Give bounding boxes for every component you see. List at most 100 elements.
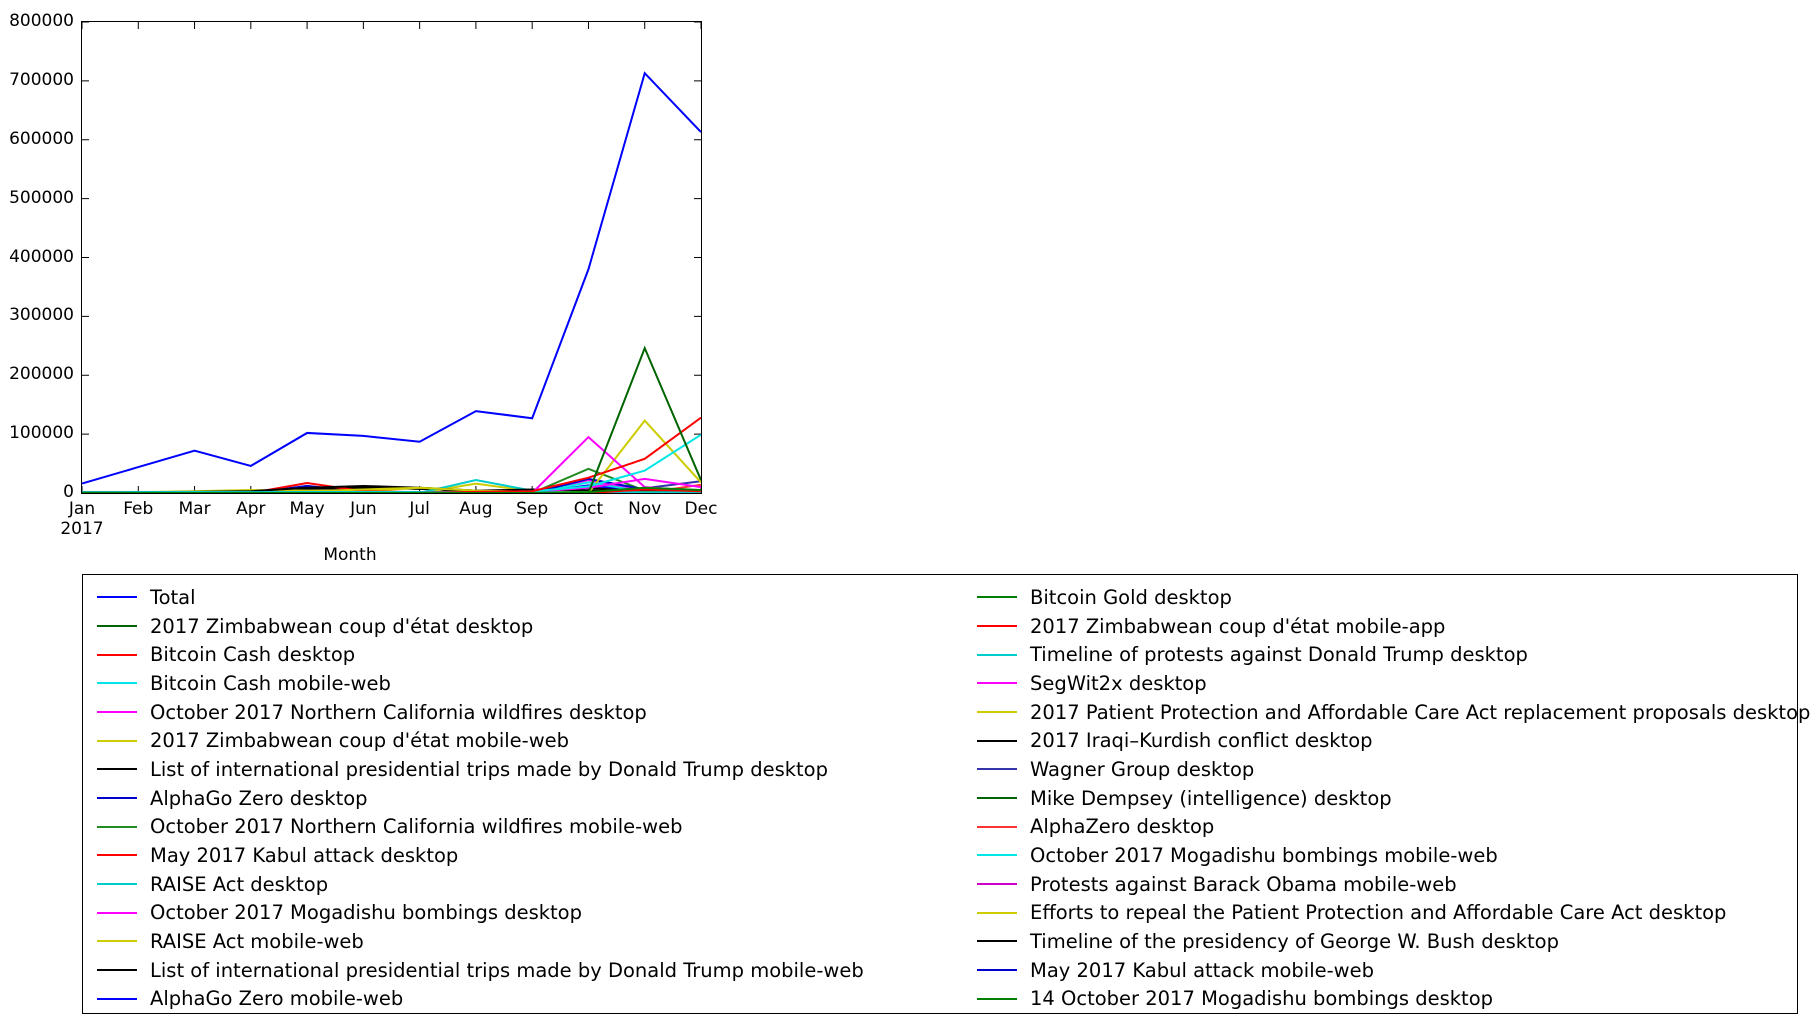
y-tick-label: 700000 [9, 69, 74, 90]
legend-label: Protests against Barack Obama mobile-web [1030, 872, 1457, 896]
legend-label: List of international presidential trips… [150, 757, 828, 781]
legend-line-swatch-icon [97, 596, 137, 599]
legend-label: Timeline of the presidency of George W. … [1030, 929, 1559, 953]
legend-entry[interactable]: List of international presidential trips… [97, 755, 977, 784]
legend-entry[interactable]: 2017 Patient Protection and Affordable C… [977, 698, 1810, 727]
legend-line-swatch-icon [977, 797, 1017, 800]
legend-entry[interactable]: 14 October 2017 Mogadishu bombings deskt… [977, 984, 1797, 1013]
legend-label: Bitcoin Cash mobile-web [150, 671, 391, 695]
legend-label: RAISE Act desktop [150, 872, 329, 896]
legend-label: Efforts to repeal the Patient Protection… [1030, 901, 1727, 925]
legend-entry[interactable]: 2017 Zimbabwean coup d'état mobile-web [97, 726, 977, 755]
legend-column-right: Bitcoin Gold desktop 2017 Zimbabwean coup… [977, 583, 1810, 1013]
legend-line-swatch-icon [977, 768, 1017, 771]
x-tick-sublabel-year: 2017 [60, 519, 104, 539]
y-tick-label: 600000 [9, 128, 74, 149]
y-tick-label: 200000 [9, 364, 74, 385]
legend-entry[interactable]: SegWit2x desktop [977, 669, 1797, 698]
y-tick-label: 0 [63, 482, 74, 502]
chart-legend: Total 2017 Zimbabwean coup d'état desktop… [82, 574, 1810, 1014]
legend-entry[interactable]: RAISE Act desktop [97, 870, 977, 899]
legend-entry[interactable]: Timeline of the presidency of George W. … [977, 927, 1797, 956]
legend-label: AlphaZero desktop [1030, 815, 1215, 839]
legend-line-swatch-icon [97, 739, 137, 742]
legend-label: Bitcoin Gold desktop [1030, 585, 1232, 609]
legend-line-swatch-icon [97, 653, 137, 656]
x-axis-title: Month [323, 545, 377, 565]
legend-line-swatch-icon [977, 854, 1017, 857]
legend-label: May 2017 Kabul attack mobile-web [1030, 958, 1374, 982]
legend-label: Mike Dempsey (intelligence) desktop [1030, 786, 1392, 810]
legend-label: October 2017 Northern California wildfir… [150, 815, 683, 839]
legend-line-swatch-icon [97, 940, 137, 943]
legend-entry[interactable]: RAISE Act mobile-web [97, 927, 977, 956]
legend-label: RAISE Act mobile-web [150, 929, 364, 953]
line-chart-figure: 0 100000 200000 300000 400000 500000 600000 700… [0, 0, 800, 570]
legend-line-swatch-icon [977, 825, 1017, 828]
y-tick-label: 300000 [9, 305, 74, 326]
legend-column-left: Total 2017 Zimbabwean coup d'état desktop… [83, 583, 977, 1013]
legend-entry[interactable]: AlphaGo Zero desktop [97, 784, 977, 813]
legend-entry[interactable]: 2017 Zimbabwean coup d'état mobile-app [977, 612, 1797, 641]
legend-entry[interactable]: List of international presidential trips… [97, 956, 977, 985]
legend-entry[interactable]: October 2017 Mogadishu bombings mobile-w… [977, 841, 1797, 870]
legend-label: Bitcoin Cash desktop [150, 643, 356, 667]
legend-line-swatch-icon [97, 825, 137, 828]
legend-line-swatch-icon [977, 883, 1017, 886]
legend-line-swatch-icon [97, 711, 137, 714]
legend-entry[interactable]: AlphaGo Zero mobile-web [97, 984, 977, 1013]
legend-entry[interactable]: Efforts to repeal the Patient Protection… [977, 898, 1797, 927]
legend-entry[interactable]: Timeline of protests against Donald Trum… [977, 640, 1797, 669]
legend-label: SegWit2x desktop [1030, 671, 1207, 695]
legend-label: May 2017 Kabul attack desktop [150, 843, 459, 867]
legend-line-swatch-icon [97, 969, 137, 972]
legend-line-swatch-icon [977, 940, 1017, 943]
legend-entry[interactable]: October 2017 Northern California wildfir… [97, 698, 977, 727]
legend-entry[interactable]: Protests against Barack Obama mobile-web [977, 870, 1797, 899]
legend-line-swatch-icon [97, 797, 137, 800]
legend-label: October 2017 Northern California wildfir… [150, 700, 647, 724]
y-tick-label: 800000 [9, 11, 74, 31]
legend-line-swatch-icon [977, 969, 1017, 972]
axes-frame [81, 21, 702, 494]
legend-line-swatch-icon [97, 883, 137, 886]
legend-entry[interactable]: Wagner Group desktop [977, 755, 1797, 784]
legend-line-swatch-icon [977, 682, 1017, 685]
legend-label: Timeline of protests against Donald Trum… [1030, 643, 1528, 667]
legend-label: Total [150, 585, 196, 609]
legend-label: 2017 Patient Protection and Affordable C… [1030, 700, 1811, 724]
legend-label: 2017 Zimbabwean coup d'état desktop [150, 614, 534, 638]
legend-entry[interactable]: May 2017 Kabul attack mobile-web [977, 956, 1797, 985]
legend-label: 2017 Zimbabwean coup d'état mobile-web [150, 729, 570, 753]
legend-label: 2017 Iraqi–Kurdish conflict desktop [1030, 729, 1373, 753]
legend-entry[interactable]: Bitcoin Gold desktop [977, 583, 1797, 612]
legend-entry[interactable]: Bitcoin Cash mobile-web [97, 669, 977, 698]
legend-entry[interactable]: 2017 Zimbabwean coup d'état desktop [97, 612, 977, 641]
legend-line-swatch-icon [977, 711, 1017, 714]
legend-line-swatch-icon [97, 854, 137, 857]
y-tick-label: 100000 [9, 423, 74, 444]
legend-line-swatch-icon [977, 739, 1017, 742]
legend-entry[interactable]: AlphaZero desktop [977, 812, 1797, 841]
chart-page: 0 100000 200000 300000 400000 500000 600000 700… [0, 0, 1812, 1029]
legend-label: Wagner Group desktop [1030, 757, 1255, 781]
legend-entry[interactable]: Bitcoin Cash desktop [97, 640, 977, 669]
legend-entry[interactable]: Mike Dempsey (intelligence) desktop [977, 784, 1797, 813]
legend-line-swatch-icon [97, 768, 137, 771]
legend-entry[interactable]: October 2017 Mogadishu bombings desktop [97, 898, 977, 927]
legend-line-swatch-icon [977, 625, 1017, 627]
legend-entry[interactable]: 2017 Iraqi–Kurdish conflict desktop [977, 726, 1797, 755]
legend-label: AlphaGo Zero desktop [150, 786, 368, 810]
legend-line-swatch-icon [97, 997, 137, 1000]
legend-label: AlphaGo Zero mobile-web [150, 987, 404, 1011]
legend-label: October 2017 Mogadishu bombings desktop [150, 901, 582, 925]
legend-entry[interactable]: October 2017 Northern California wildfir… [97, 812, 977, 841]
legend-entry[interactable]: May 2017 Kabul attack desktop [97, 841, 977, 870]
y-tick-label: 400000 [9, 246, 74, 267]
legend-line-swatch-icon [977, 596, 1017, 599]
legend-line-swatch-icon [97, 682, 137, 685]
y-tick-label: 500000 [9, 187, 74, 208]
legend-line-swatch-icon [97, 625, 137, 627]
legend-entry[interactable]: Total [97, 583, 977, 612]
x-tick-label: Dec [684, 499, 718, 519]
